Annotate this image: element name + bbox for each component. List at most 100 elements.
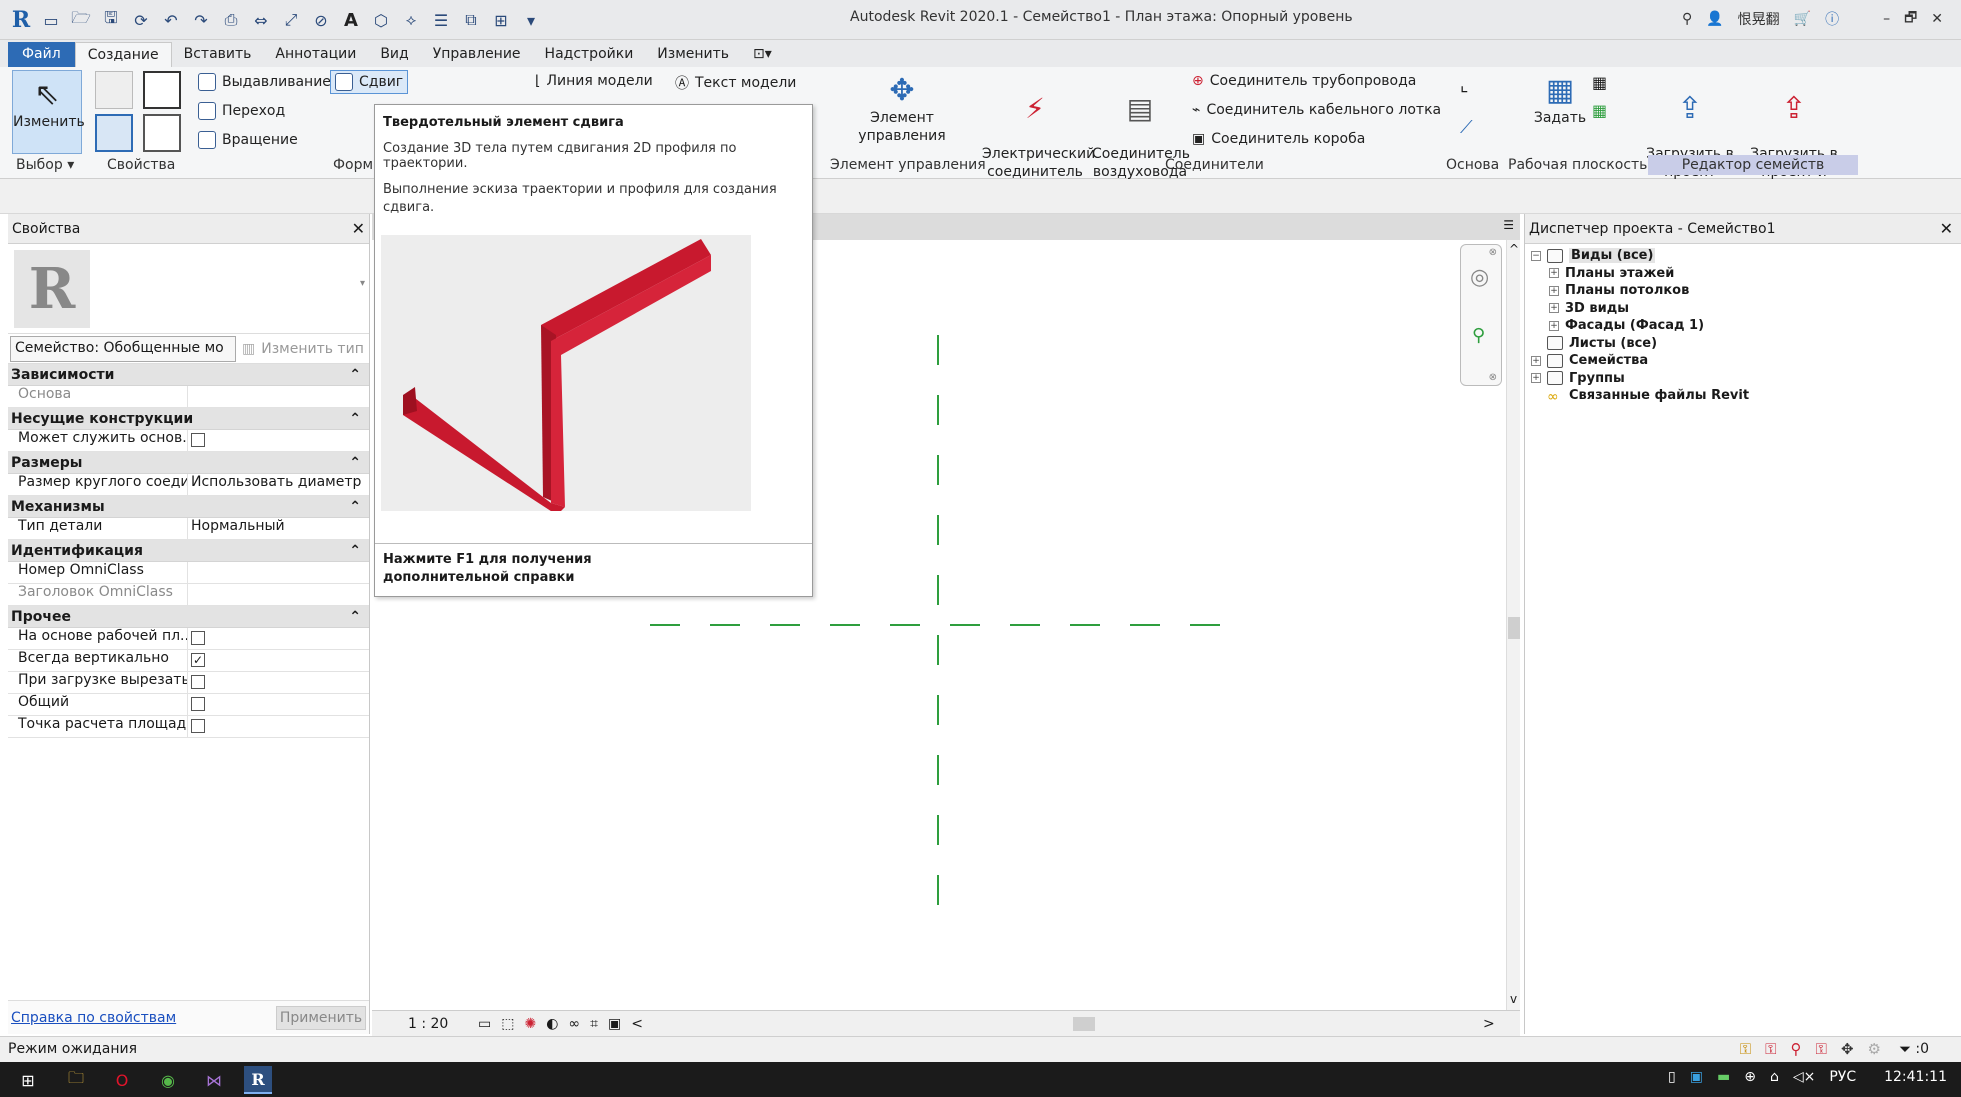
volume-icon[interactable]: ◁× — [1793, 1069, 1816, 1085]
drag-on-selection-icon[interactable]: ✥ — [1841, 1040, 1854, 1058]
tray-app-icon[interactable]: ▣ — [1690, 1069, 1703, 1085]
expand-toggle-icon[interactable]: + — [1549, 320, 1559, 331]
temporary-hide-icon[interactable]: ∞ — [568, 1016, 580, 1032]
expand-toggle-icon[interactable]: + — [1549, 268, 1559, 278]
tab-file[interactable]: Файл — [8, 42, 75, 67]
text-icon[interactable]: A — [340, 9, 362, 31]
tab-annotate[interactable]: Аннотации — [263, 42, 368, 67]
browser-tree-node[interactable]: + Планы этажей — [1549, 266, 1674, 281]
crop-view-icon[interactable]: ⌗ — [590, 1016, 598, 1032]
property-value[interactable] — [188, 584, 369, 605]
home-icon[interactable]: ▭ — [40, 9, 62, 31]
family-types-icon[interactable] — [95, 71, 133, 109]
browser-tree-node[interactable]: +3D виды — [1549, 301, 1629, 316]
scroll-down-arrow[interactable]: v — [1510, 992, 1517, 1006]
close-icon[interactable]: ✕ — [352, 219, 365, 238]
browser-tree-node[interactable]: + Фасады (Фасад 1) — [1549, 318, 1704, 333]
vertical-scrollbar[interactable]: ^ v — [1506, 240, 1520, 1010]
checkbox-checked[interactable]: ✓ — [191, 653, 205, 667]
horizontal-scrollbar[interactable] — [653, 1016, 1473, 1031]
expand-toggle-icon[interactable]: + — [1549, 285, 1559, 296]
type-properties-icon[interactable] — [143, 114, 181, 152]
steering-wheel-icon[interactable]: ◎ — [1470, 265, 1489, 290]
browser-tree-node[interactable]: + Планы потолков — [1549, 283, 1689, 298]
reference-line-icon[interactable]: ⌞ — [1460, 75, 1468, 96]
collapse-chevron-icon[interactable]: ⌃ — [349, 609, 361, 625]
checkbox[interactable] — [191, 631, 205, 645]
tab-create[interactable]: Создание — [74, 42, 172, 67]
view-scale[interactable]: 1 : 20 — [408, 1016, 468, 1032]
navbar-settings-icon[interactable]: ⊗ — [1489, 372, 1497, 383]
scroll-left-arrow[interactable]: < — [631, 1016, 643, 1032]
undo-icon[interactable]: ↶ — [160, 9, 182, 31]
collapse-chevron-icon[interactable]: ⌃ — [349, 499, 361, 515]
print-icon[interactable]: ⎙ — [220, 9, 242, 31]
browser-tree-node[interactable]: − Виды (все) — [1531, 248, 1656, 263]
property-value[interactable] — [188, 562, 369, 583]
properties-toggle-icon[interactable] — [95, 114, 133, 152]
collapse-toggle-icon[interactable]: − — [1531, 250, 1541, 261]
checkbox[interactable] — [191, 697, 205, 711]
property-group-header[interactable]: Зависимости ⌃ — [8, 364, 369, 386]
tag-icon[interactable]: ⊘ — [310, 9, 332, 31]
checkbox[interactable] — [191, 433, 205, 447]
tab-modify[interactable]: Изменить — [645, 42, 741, 67]
network-icon[interactable]: ⊕ — [1744, 1069, 1756, 1085]
help-icon[interactable]: ⓘ — [1825, 9, 1839, 29]
property-value[interactable] — [188, 716, 369, 737]
conduit-connector-button[interactable]: ▣ Соединитель короба — [1192, 131, 1365, 147]
scroll-up-arrow[interactable]: ^ — [1509, 242, 1519, 256]
tab-manage[interactable]: Управление — [421, 42, 533, 67]
view-tabs-menu-icon[interactable]: ☰ — [1503, 218, 1514, 232]
scroll-right-arrow[interactable]: > — [1483, 1016, 1495, 1032]
filter-icon[interactable]: ⏷ — [1899, 1040, 1911, 1058]
open-folder-icon[interactable]: 🗁 — [70, 8, 92, 31]
language-indicator[interactable]: РУС — [1829, 1069, 1856, 1085]
blend-button[interactable]: Переход — [198, 102, 285, 120]
properties-help-link[interactable]: Справка по свойствам — [11, 1010, 176, 1026]
model-text-button[interactable]: Ⓐ Текст модели — [675, 73, 796, 93]
browser-tree-node[interactable]: Листы (все) — [1531, 336, 1657, 351]
sun-path-icon[interactable]: ✺ — [524, 1016, 536, 1032]
browser-app-icon[interactable]: ◉ — [154, 1066, 182, 1094]
extrusion-button[interactable]: Выдавливание — [198, 73, 331, 91]
revit-taskbar-icon[interactable]: R — [244, 1066, 272, 1094]
workplane-viewer-icon[interactable]: ▦ — [1592, 101, 1607, 120]
user-name[interactable]: 恨晃翻 — [1738, 9, 1780, 29]
property-value[interactable] — [188, 628, 369, 649]
power-icon[interactable]: ⌂ — [1770, 1069, 1779, 1085]
measure-icon[interactable]: ⇔ — [250, 9, 272, 31]
checkbox[interactable] — [191, 675, 205, 689]
property-group-header[interactable]: Несущие конструкции ⌃ — [8, 408, 369, 430]
switch-windows-icon[interactable]: ⊞ — [490, 9, 512, 31]
zoom-icon[interactable]: ⚲ — [1472, 325, 1485, 346]
battery-icon[interactable]: ▬ — [1717, 1069, 1730, 1085]
usb-icon[interactable]: ▯ — [1668, 1069, 1676, 1085]
restore-button[interactable]: 🗗 — [1904, 7, 1917, 31]
collapse-chevron-icon[interactable]: ⌃ — [349, 543, 361, 559]
tab-view[interactable]: Вид — [368, 42, 420, 67]
navbar-close-icon[interactable]: ⊗ — [1489, 247, 1497, 258]
user-account-icon[interactable]: 👤 — [1706, 11, 1723, 27]
pipe-connector-button[interactable]: ⊕ Соединитель трубопровода — [1192, 73, 1416, 89]
shadows-icon[interactable]: ◐ — [546, 1016, 558, 1032]
dimension-icon[interactable]: ⤢ — [280, 9, 302, 31]
set-workplane-button[interactable]: ▦ Задать — [1530, 73, 1590, 127]
model-line-button[interactable]: ⌊ Линия модели — [535, 73, 653, 89]
file-explorer-icon[interactable]: 🗀 — [62, 1066, 90, 1094]
minimize-button[interactable]: – — [1883, 11, 1890, 27]
select-links-icon[interactable]: ⚿ — [1740, 1040, 1751, 1058]
property-value[interactable]: Использовать диаметр — [188, 474, 369, 495]
property-value[interactable] — [188, 672, 369, 693]
select-by-face-icon[interactable]: ⚿ — [1816, 1040, 1827, 1058]
checkbox[interactable] — [191, 719, 205, 733]
property-value[interactable] — [188, 694, 369, 715]
modify-button[interactable]: ⇖ Изменить — [12, 70, 85, 154]
visual-style-icon[interactable]: ⬚ — [501, 1016, 514, 1032]
opera-icon[interactable]: O — [108, 1066, 136, 1094]
type-selector[interactable]: Семейство: Обобщенные мо ⌄ — [10, 335, 236, 362]
expand-toggle-icon[interactable]: + — [1549, 303, 1559, 313]
revit-logo-icon[interactable]: R — [10, 7, 32, 33]
reveal-hidden-icon[interactable]: ▣ — [608, 1016, 621, 1032]
select-underlay-icon[interactable]: ⚿ — [1765, 1040, 1776, 1058]
